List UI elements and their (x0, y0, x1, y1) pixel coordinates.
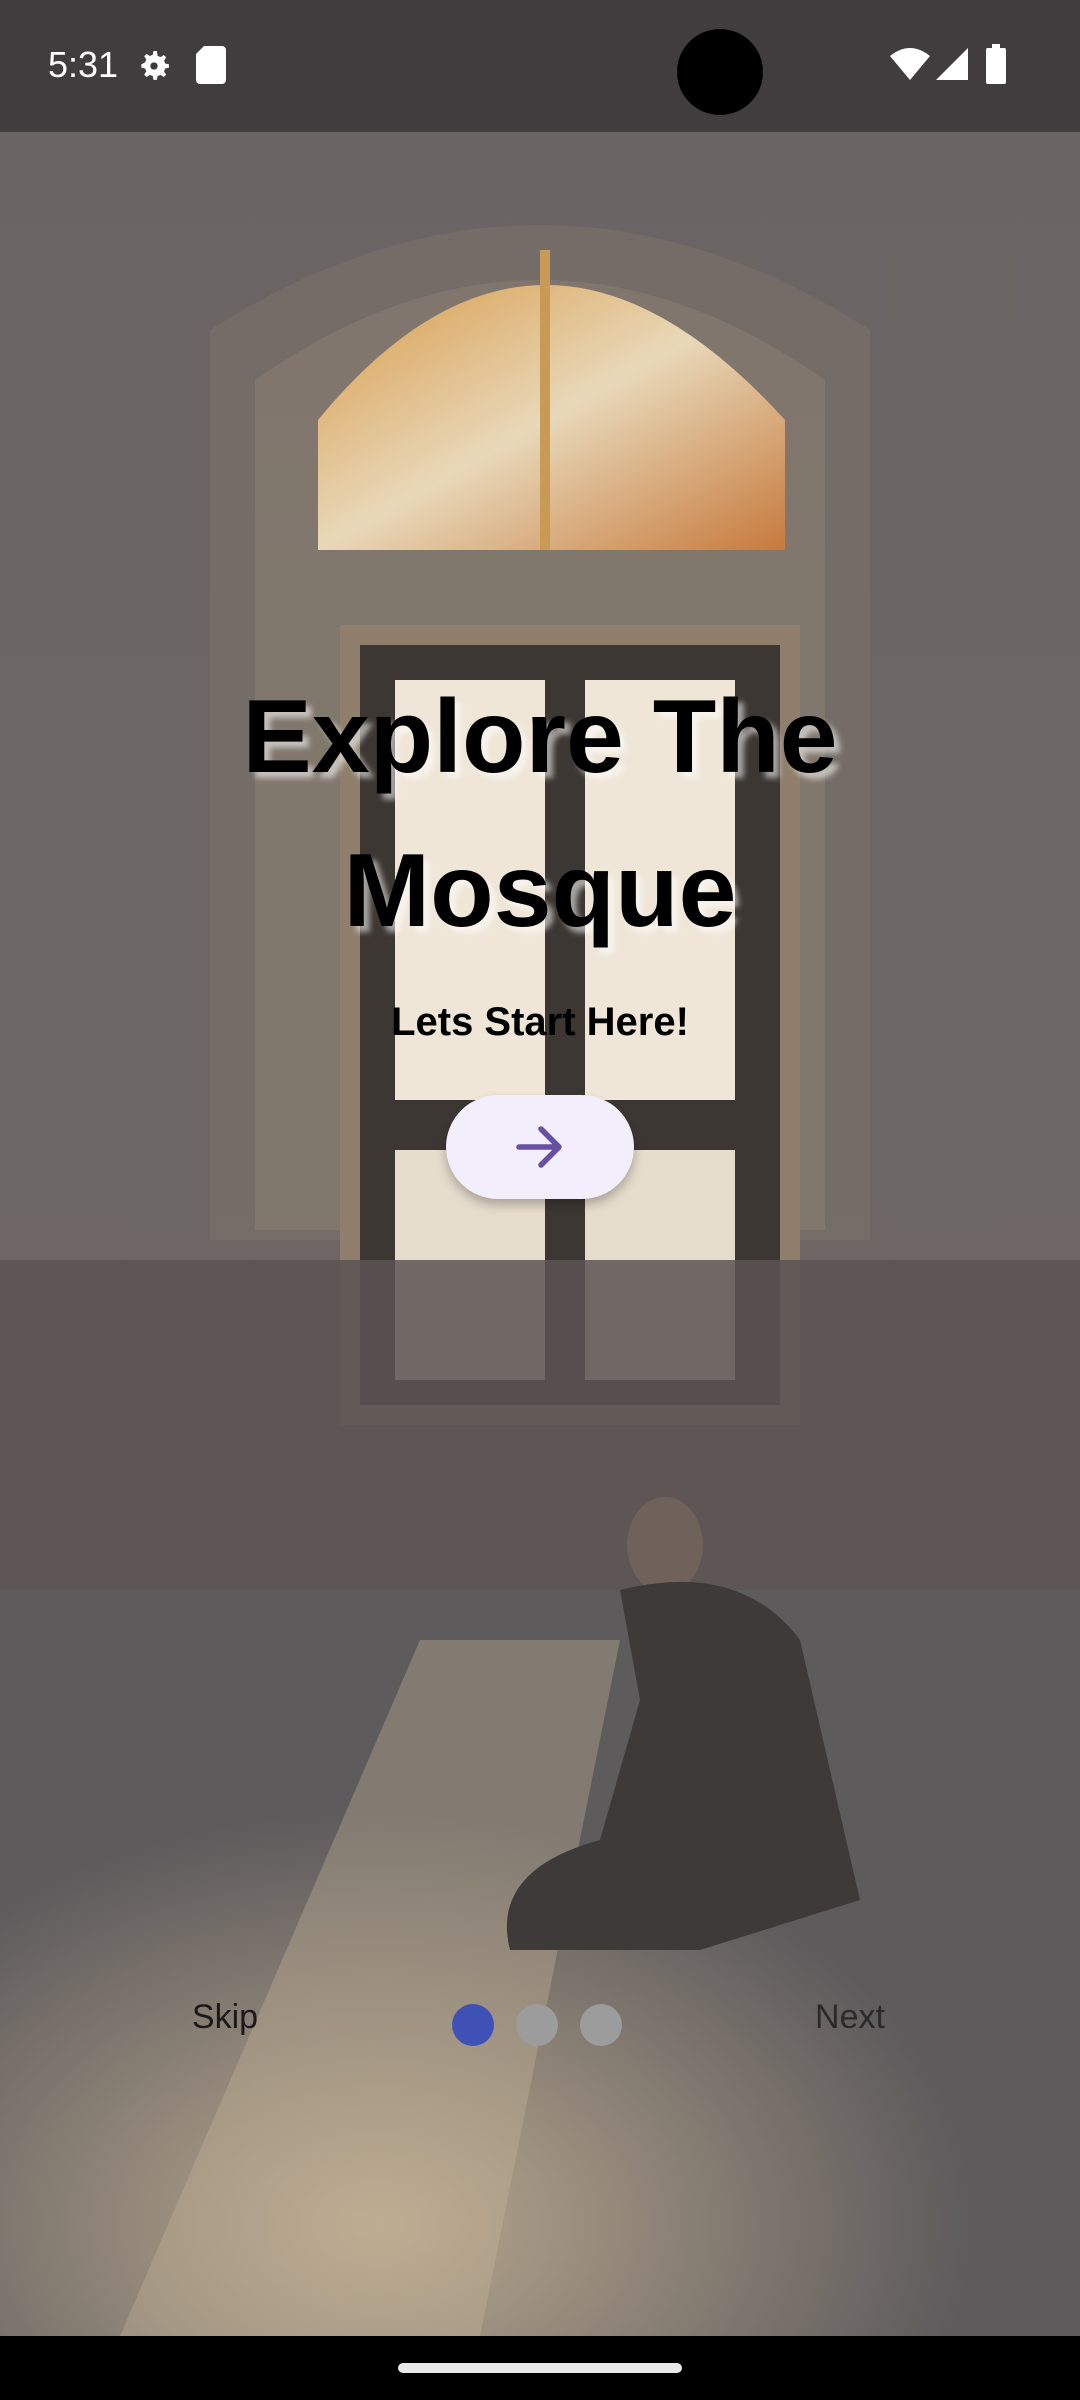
skip-button[interactable]: Skip (170, 1998, 280, 2037)
home-gesture-handle[interactable] (398, 2363, 682, 2373)
page-indicator (452, 2004, 622, 2046)
page-dot-3[interactable] (580, 2004, 622, 2046)
start-arrow-button[interactable] (446, 1095, 634, 1199)
next-button[interactable]: Next (790, 1998, 910, 2037)
wifi-icon (890, 48, 930, 85)
onboarding-title: Explore The Mosque (242, 679, 838, 949)
status-bar: 5:31 (0, 0, 1080, 132)
status-time: 5:31 (48, 44, 119, 85)
cellular-signal-icon (936, 48, 968, 85)
onboarding-screen: 5:31 Explore The Mosque Lets Start Here!… (0, 0, 1080, 2400)
sd-card-icon (196, 46, 226, 89)
settings-gear-icon (134, 46, 174, 91)
arrow-right-icon (516, 1126, 562, 1168)
page-dot-1[interactable] (452, 2004, 494, 2046)
page-dot-2[interactable] (516, 2004, 558, 2046)
battery-icon (986, 44, 1006, 89)
camera-cutout (677, 29, 763, 115)
onboarding-subtitle: Lets Start Here! (391, 1000, 689, 1044)
